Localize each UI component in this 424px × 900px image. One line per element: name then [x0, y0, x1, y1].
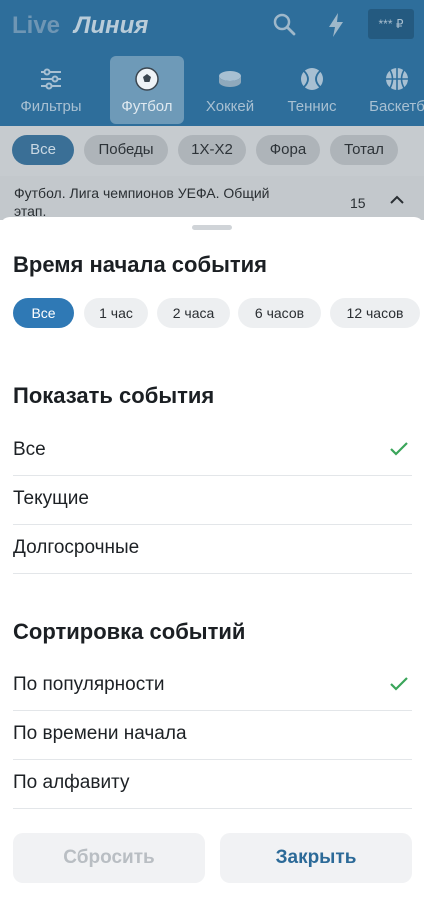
app-background: Live Линия *** ₽ Фильтры Футбол Хоккей Т… — [0, 0, 424, 220]
sport-item-basketball[interactable]: Баскетб — [362, 56, 424, 124]
lightning-icon[interactable] — [326, 12, 346, 38]
option-label: По времени начала — [13, 723, 187, 744]
balance-badge[interactable]: *** ₽ — [368, 9, 414, 39]
sport-item-label: Хоккей — [205, 98, 255, 115]
option-label: Все — [13, 439, 46, 460]
time-chip-2h[interactable]: 2 часа — [157, 298, 230, 328]
league-event-count: 15 — [350, 195, 366, 211]
filter-bottom-sheet: Время начала события Все 1 час 2 часа 6 … — [0, 217, 424, 900]
league-row[interactable]: Футбол. Лига чемпионов УЕФА. Общий этап.… — [0, 176, 424, 220]
sport-item-label: Баскетб — [369, 98, 424, 115]
time-chip-all[interactable]: Все — [13, 298, 74, 328]
search-icon[interactable] — [272, 12, 298, 38]
show-option-current[interactable]: Текущие — [13, 476, 412, 525]
line-tab[interactable]: Линия — [74, 12, 148, 40]
league-title: Футбол. Лига чемпионов УЕФА. Общий этап. — [14, 185, 270, 219]
sort-section-title: Сортировка событий — [13, 619, 246, 644]
option-label: Долгосрочные — [13, 537, 140, 558]
sports-row: Фильтры Футбол Хоккей Теннис Баскетб — [0, 56, 424, 124]
market-filter-wins[interactable]: Победы — [84, 135, 168, 165]
check-icon — [390, 442, 408, 456]
sort-option-start-time[interactable]: По времени начала — [13, 711, 412, 760]
tennis-ball-icon — [301, 68, 323, 90]
sport-item-tennis[interactable]: Теннис — [278, 56, 346, 124]
sort-option-popularity[interactable]: По популярности — [13, 662, 412, 711]
show-option-all[interactable]: Все — [13, 427, 412, 476]
show-option-long-term[interactable]: Долгосрочные — [13, 525, 412, 574]
sport-item-label: Теннис — [287, 98, 337, 115]
market-filter-all[interactable]: Все — [12, 135, 74, 165]
time-chip-12h[interactable]: 12 часов — [330, 298, 420, 328]
option-label: По алфавиту — [13, 772, 130, 793]
sliders-icon — [41, 68, 61, 90]
check-icon — [390, 677, 408, 691]
reset-button[interactable]: Сбросить — [13, 833, 205, 883]
time-section-title: Время начала события — [13, 252, 267, 277]
hockey-puck-icon — [219, 71, 241, 87]
time-chip-1h[interactable]: 1 час — [84, 298, 148, 328]
chevron-up-icon[interactable] — [390, 194, 404, 204]
sport-item-hockey[interactable]: Хоккей — [196, 56, 264, 124]
basketball-icon — [386, 68, 408, 90]
sheet-drag-handle[interactable] — [192, 225, 232, 230]
sport-item-football[interactable]: Футбол — [110, 56, 184, 124]
market-filter-total[interactable]: Тотал — [330, 135, 398, 165]
time-chip-group: Все 1 час 2 часа 6 часов 12 часов — [0, 298, 424, 330]
market-filter-double-chance[interactable]: 1X-X2 — [178, 135, 246, 165]
live-tab[interactable]: Live — [12, 12, 60, 40]
close-button[interactable]: Закрыть — [220, 833, 412, 883]
sport-item-label: Футбол — [121, 98, 173, 115]
time-chip-6h[interactable]: 6 часов — [238, 298, 321, 328]
top-bar: Live Линия *** ₽ — [0, 0, 424, 52]
sort-option-alphabet[interactable]: По алфавиту — [13, 760, 412, 809]
option-label: Текущие — [13, 488, 89, 509]
option-label: По популярности — [13, 674, 165, 695]
sport-item-label: Фильтры — [20, 98, 82, 115]
market-filter-bar: Все Победы 1X-X2 Фора Тотал — [0, 126, 424, 176]
soccer-ball-icon — [135, 67, 159, 91]
market-filter-handicap[interactable]: Фора — [256, 135, 320, 165]
sport-item-filters[interactable]: Фильтры — [8, 56, 94, 124]
show-section-title: Показать события — [13, 383, 215, 408]
